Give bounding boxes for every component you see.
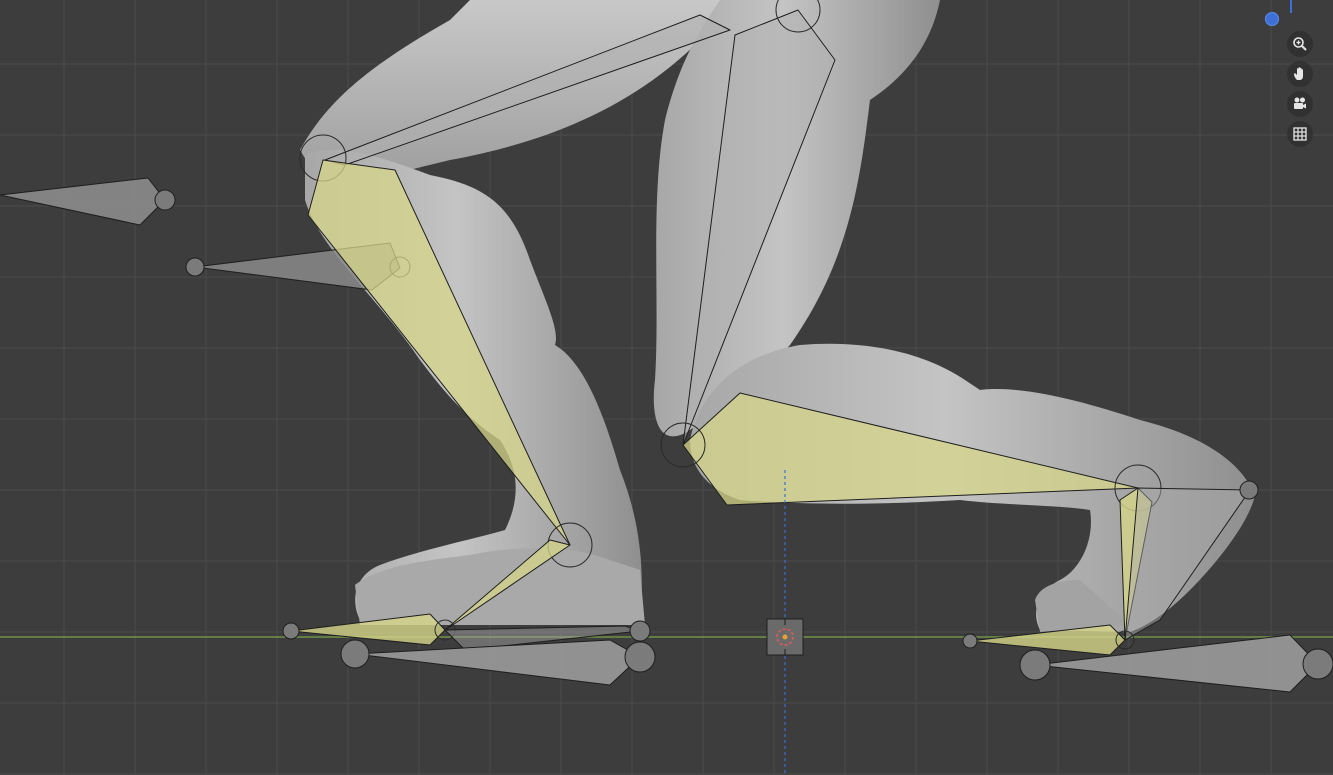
zoom-icon bbox=[1292, 36, 1308, 52]
3d-cursor-icon[interactable] bbox=[766, 618, 804, 656]
camera-icon bbox=[1292, 96, 1308, 112]
z-axis-gizmo-line bbox=[1290, 0, 1292, 13]
navigation-gizmo: Z bbox=[1265, 0, 1333, 160]
viewport-scene[interactable] bbox=[0, 0, 1333, 775]
hand-icon bbox=[1292, 66, 1308, 82]
camera-button[interactable] bbox=[1287, 91, 1313, 117]
grid-icon bbox=[1292, 126, 1308, 142]
z-axis-gizmo-ball[interactable]: Z bbox=[1265, 12, 1279, 26]
perspective-toggle-button[interactable] bbox=[1287, 121, 1313, 147]
pan-button[interactable] bbox=[1287, 61, 1313, 87]
zoom-button[interactable] bbox=[1287, 31, 1313, 57]
3d-viewport[interactable]: Z bbox=[0, 0, 1333, 775]
